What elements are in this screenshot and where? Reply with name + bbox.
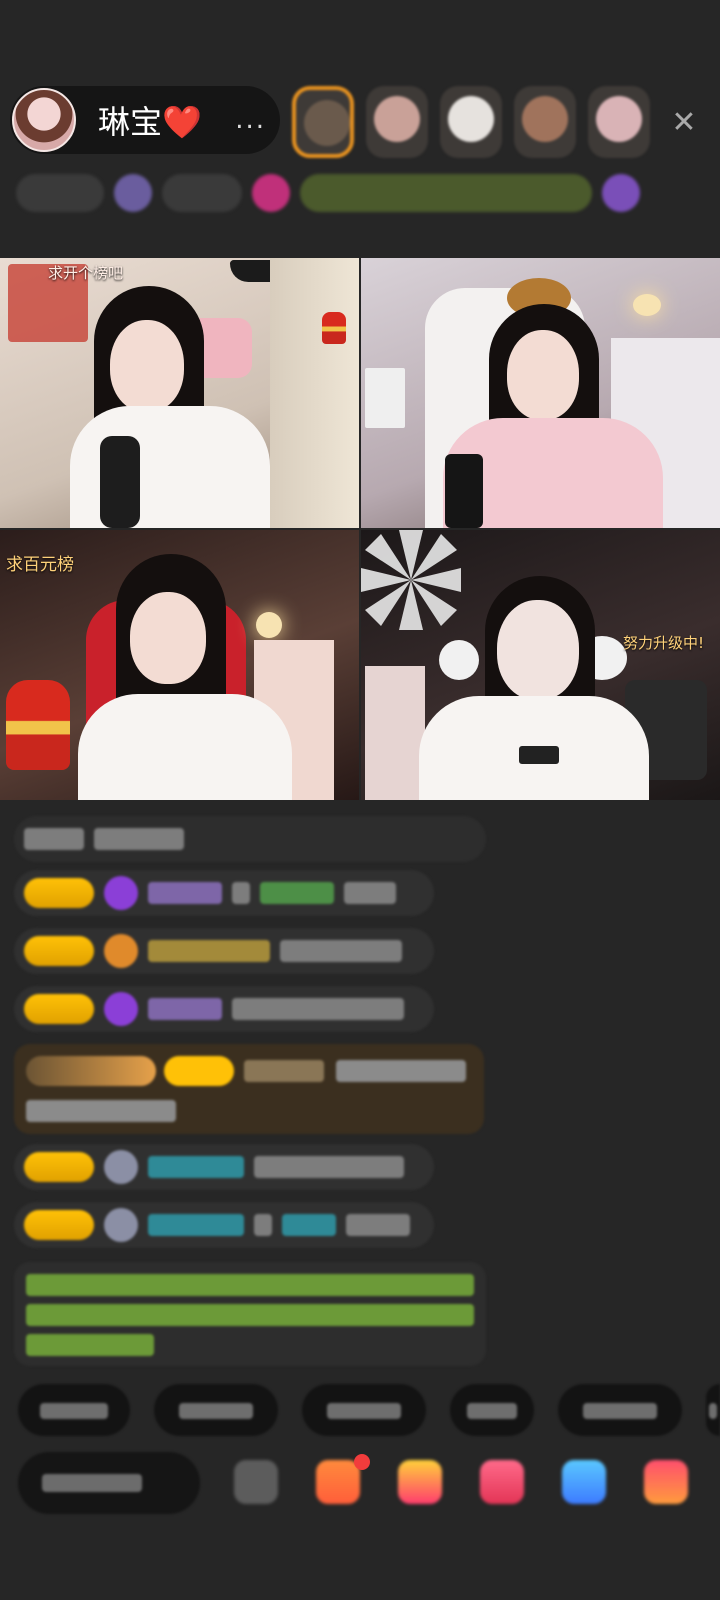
emoji-icon[interactable] — [234, 1460, 278, 1504]
video-tile-4[interactable]: 努力升级中! — [361, 530, 720, 800]
bottom-toolbar — [0, 1446, 720, 1520]
chat-message — [14, 816, 486, 862]
info-chip[interactable] — [162, 174, 242, 212]
hot-icon[interactable] — [252, 174, 290, 212]
tile-overlay-text: 求开个榜吧 — [48, 264, 124, 282]
chat-message — [14, 1144, 434, 1190]
streamer-4 — [419, 570, 649, 800]
diamond-icon — [104, 876, 138, 910]
user-icon — [104, 1208, 138, 1242]
white-ears — [439, 640, 479, 680]
tile-overlay-text: 求百元榜 — [6, 555, 74, 575]
medal-icon — [104, 934, 138, 968]
name-patch — [519, 746, 559, 764]
poster — [365, 666, 425, 800]
streamer-2 — [433, 278, 673, 528]
fan-club-icon[interactable] — [398, 1460, 442, 1504]
chat-message — [14, 986, 434, 1032]
quick-button[interactable] — [558, 1384, 682, 1436]
level-badge — [24, 1210, 94, 1240]
guest-avatar[interactable] — [588, 86, 650, 158]
comment-input[interactable] — [18, 1452, 200, 1514]
fortune-god-sticker — [6, 680, 70, 770]
guest-avatar[interactable] — [440, 86, 502, 158]
host-name: 琳宝❤️ — [98, 103, 202, 141]
badge-icon — [114, 174, 152, 212]
quick-button[interactable] — [18, 1384, 130, 1436]
share-icon[interactable] — [562, 1460, 606, 1504]
guest-avatar[interactable] — [366, 86, 428, 158]
curtain — [270, 258, 359, 528]
video-tile-3[interactable]: 求百元榜 — [0, 530, 359, 800]
quick-button[interactable] — [154, 1384, 278, 1436]
host-info-pill[interactable]: 琳宝❤️ ... — [10, 86, 280, 154]
quick-action-row — [18, 1384, 720, 1438]
gift-icon[interactable] — [602, 174, 640, 212]
streamer-3 — [72, 554, 302, 800]
chat-message — [14, 928, 434, 974]
close-icon[interactable]: ✕ — [664, 102, 704, 142]
level-badge — [24, 936, 94, 966]
quick-button[interactable] — [706, 1384, 720, 1436]
video-grid: 求开个榜吧 求百元榜 努力升级中! — [0, 258, 720, 800]
microphone — [445, 454, 483, 528]
level-badge — [24, 878, 94, 908]
chat-message — [14, 870, 434, 916]
quick-button[interactable] — [450, 1384, 534, 1436]
chat-message — [14, 1202, 434, 1248]
game-icon[interactable] — [480, 1460, 524, 1504]
tile-overlay-text: 努力升级中! — [623, 634, 705, 652]
host-avatar[interactable] — [12, 88, 76, 152]
stream-info-row — [16, 170, 702, 216]
bag-decor — [365, 368, 405, 428]
rank-chip[interactable] — [16, 174, 104, 212]
diamond-icon — [104, 992, 138, 1026]
streamer-1 — [70, 286, 270, 528]
marquee-banner[interactable] — [300, 174, 592, 212]
level-badge — [24, 994, 94, 1024]
microphone — [100, 436, 140, 528]
system-notice — [14, 1262, 486, 1366]
guest-avatar[interactable] — [292, 86, 354, 158]
guest-avatar-list — [292, 86, 650, 158]
guest-avatar[interactable] — [514, 86, 576, 158]
quick-button[interactable] — [302, 1384, 426, 1436]
fortune-god-sticker — [322, 312, 346, 344]
user-icon — [104, 1150, 138, 1184]
video-tile-2[interactable] — [361, 258, 720, 528]
notification-dot — [354, 1454, 370, 1470]
video-tile-1[interactable]: 求开个榜吧 — [0, 258, 359, 528]
gift-icon[interactable] — [644, 1460, 688, 1504]
shop-icon[interactable] — [316, 1460, 360, 1504]
chat-message-highlight — [14, 1044, 484, 1134]
level-badge — [24, 1152, 94, 1182]
more-icon[interactable]: ... — [235, 105, 266, 135]
